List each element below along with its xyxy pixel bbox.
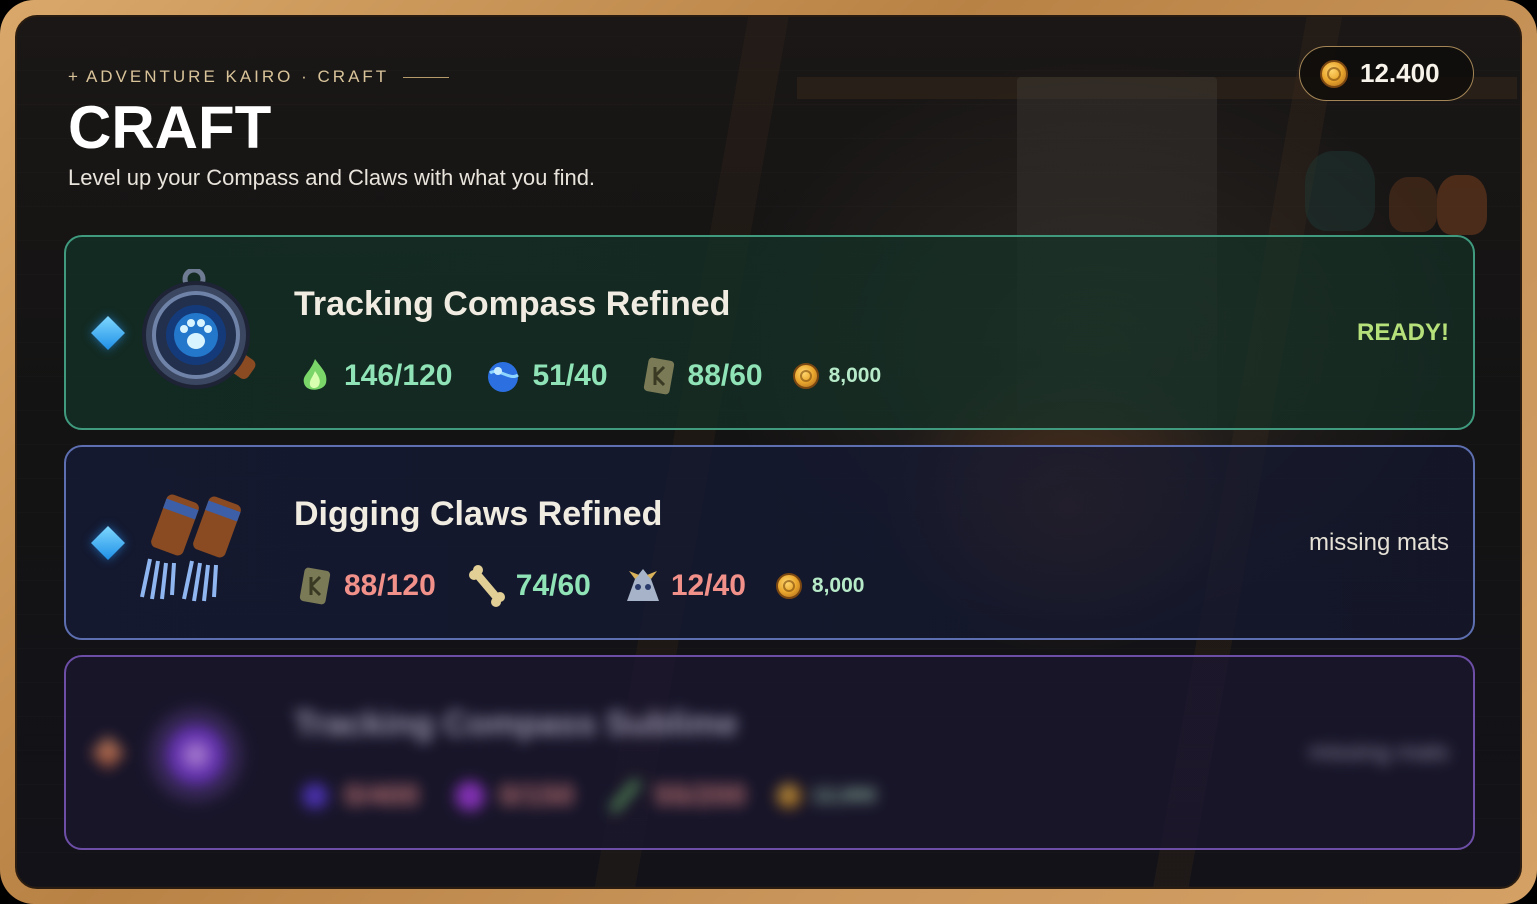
gold-cost: 12,000 bbox=[775, 783, 877, 809]
material-quantity: 74/60 bbox=[515, 569, 591, 602]
recipe-status: missing mats bbox=[1308, 529, 1449, 556]
locked-blur: Tracking Compass Sublime 0/400 0/150 55/… bbox=[66, 657, 1473, 848]
page-subtitle: Level up your Compass and Claws with wha… bbox=[68, 165, 596, 190]
material-item: 12/40 bbox=[621, 565, 746, 607]
background-pot bbox=[1437, 175, 1487, 235]
recipe-card-tracking-compass-sublime: Tracking Compass Sublime 0/400 0/150 55/… bbox=[64, 655, 1475, 850]
material-quantity: 12/40 bbox=[670, 569, 746, 602]
background-pot bbox=[1305, 151, 1375, 231]
materials-row: 0/400 0/150 55/200 12,000 bbox=[294, 775, 906, 817]
skull-icon bbox=[626, 569, 659, 601]
material-item: 74/60 bbox=[466, 565, 591, 607]
rune-stone-icon bbox=[643, 357, 674, 395]
purple-compass-icon bbox=[148, 707, 244, 803]
material-quantity: 55/200 bbox=[654, 779, 746, 812]
material-item: 88/60 bbox=[638, 355, 763, 397]
coin-amount: 12.400 bbox=[1360, 58, 1440, 88]
diamond-icon bbox=[91, 736, 125, 770]
material-item: 51/40 bbox=[482, 355, 608, 397]
purple-gem-icon bbox=[302, 783, 328, 809]
gold-cost: 8,000 bbox=[792, 363, 882, 389]
rune-stone-icon bbox=[299, 567, 331, 605]
material-quantity: 0/150 bbox=[499, 779, 575, 812]
page-header: + ADVENTURE KAIRO · CRAFT CRAFT Level up… bbox=[68, 67, 595, 191]
digging-claws-icon bbox=[140, 494, 241, 602]
recipe-title: Tracking Compass Sublime bbox=[294, 705, 739, 743]
bone-icon bbox=[468, 565, 505, 607]
green-flame-icon bbox=[303, 359, 327, 390]
background-pot bbox=[1389, 177, 1437, 232]
gold-cost: 8,000 bbox=[775, 573, 865, 599]
material-item: 146/120 bbox=[294, 355, 452, 397]
materials-row: 146/120 51/40 88/60 8,000 bbox=[294, 355, 911, 397]
gold-cost-amount: 12,000 bbox=[811, 784, 877, 807]
gold-coin-icon bbox=[775, 573, 802, 599]
material-item: 0/400 bbox=[294, 775, 419, 817]
window-frame: + ADVENTURE KAIRO · CRAFT CRAFT Level up… bbox=[0, 0, 1537, 904]
page-title: CRAFT bbox=[68, 94, 272, 161]
recipe-status: READY! bbox=[1356, 319, 1449, 346]
purple-orb-icon bbox=[455, 781, 486, 811]
gold-coin-icon bbox=[775, 783, 802, 809]
tracking-compass-icon bbox=[142, 269, 256, 389]
breadcrumb-text: ADVENTURE KAIRO · CRAFT bbox=[85, 67, 390, 86]
blue-orb-icon bbox=[488, 362, 520, 392]
diamond-icon bbox=[91, 526, 125, 560]
material-quantity: 88/120 bbox=[344, 569, 436, 602]
recipe-title: Digging Claws Refined bbox=[294, 495, 663, 533]
material-item: 88/120 bbox=[294, 565, 436, 607]
recipe-card-tracking-compass-refined[interactable]: Tracking Compass Refined 146/120 51/40 8… bbox=[64, 235, 1475, 430]
feather-icon bbox=[609, 778, 642, 814]
gold-cost-amount: 8,000 bbox=[828, 364, 882, 387]
craft-panel: + ADVENTURE KAIRO · CRAFT CRAFT Level up… bbox=[15, 15, 1522, 889]
coin-balance[interactable]: 12.400 bbox=[1299, 46, 1474, 101]
material-quantity: 0/400 bbox=[344, 779, 420, 812]
plus-icon: + bbox=[68, 67, 78, 86]
material-item: 55/200 bbox=[604, 775, 746, 817]
diamond-icon bbox=[91, 316, 125, 350]
gold-coin-icon bbox=[792, 363, 819, 389]
recipe-card-digging-claws-refined[interactable]: Digging Claws Refined 88/120 74/60 12/40… bbox=[64, 445, 1475, 640]
breadcrumb-rule bbox=[403, 76, 450, 78]
recipe-title: Tracking Compass Refined bbox=[294, 285, 731, 323]
material-quantity: 51/40 bbox=[532, 359, 608, 392]
gold-coin-icon bbox=[1320, 59, 1348, 88]
material-quantity: 88/60 bbox=[687, 359, 763, 392]
recipe-status: missing mats bbox=[1308, 739, 1449, 766]
breadcrumb: + ADVENTURE KAIRO · CRAFT bbox=[68, 67, 595, 87]
material-item: 0/150 bbox=[449, 775, 574, 817]
materials-row: 88/120 74/60 12/40 8,000 bbox=[294, 565, 894, 607]
material-quantity: 146/120 bbox=[344, 359, 453, 392]
gold-cost-amount: 8,000 bbox=[811, 574, 865, 597]
